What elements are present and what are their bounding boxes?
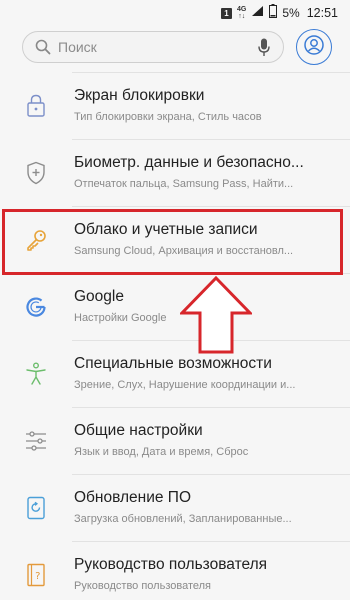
battery-icon <box>269 3 278 23</box>
settings-list: Экран блокировки Тип блокировки экрана, … <box>0 72 350 600</box>
settings-item-lock-screen[interactable]: Экран блокировки Тип блокировки экрана, … <box>0 73 350 139</box>
lock-icon <box>24 93 48 119</box>
search-icon <box>34 38 52 56</box>
search-placeholder: Поиск <box>58 39 97 55</box>
arrow-up-icon <box>180 276 252 354</box>
status-bar: 1 4G ↑↓ 5% 12:51 <box>0 0 350 26</box>
settings-item-google[interactable]: Google Настройки Google <box>0 274 350 340</box>
search-row: Поиск <box>0 26 350 70</box>
sliders-icon <box>24 428 48 454</box>
battery-percent: 5% <box>282 6 300 20</box>
settings-item-subtitle: Тип блокировки экрана, Стиль часов <box>74 111 262 123</box>
settings-item-subtitle: Язык и ввод, Дата и время, Сброс <box>74 446 249 458</box>
settings-item-subtitle: Руководство пользователя <box>74 580 211 592</box>
signal-icon <box>251 4 264 22</box>
account-button[interactable] <box>296 29 332 65</box>
account-icon <box>304 34 324 60</box>
microphone-icon[interactable] <box>257 37 271 57</box>
software-update-icon <box>24 495 48 521</box>
settings-item-title: Обновление ПО <box>74 489 191 506</box>
settings-item-general[interactable]: Общие настройки Язык и ввод, Дата и врем… <box>0 408 350 474</box>
settings-item-accessibility[interactable]: Специальные возможности Зрение, Слух, На… <box>0 341 350 407</box>
shield-plus-icon <box>24 160 48 186</box>
settings-item-subtitle: Отпечаток пальца, Samsung Pass, Найти... <box>74 178 294 190</box>
search-input[interactable]: Поиск <box>22 31 284 63</box>
settings-item-user-manual[interactable]: ? Руководство пользователя Руководство п… <box>0 542 350 600</box>
highlight-box <box>2 209 343 275</box>
settings-item-title: Руководство пользователя <box>74 556 268 573</box>
accessibility-icon <box>24 361 48 387</box>
network-indicator: 4G ↑↓ <box>237 6 247 20</box>
settings-item-biometrics[interactable]: Биометр. данные и безопасно... Отпечаток… <box>0 140 350 206</box>
settings-item-title: Общие настройки <box>74 422 203 439</box>
sim-indicator: 1 <box>221 7 233 19</box>
settings-item-subtitle: Загрузка обновлений, Запланированные... <box>74 513 292 525</box>
google-icon <box>24 294 48 320</box>
settings-item-title: Биометр. данные и безопасно... <box>74 154 304 171</box>
svg-text:?: ? <box>35 571 40 582</box>
settings-item-title: Экран блокировки <box>74 87 205 104</box>
settings-item-title: Специальные возможности <box>74 355 272 372</box>
settings-item-software-update[interactable]: Обновление ПО Загрузка обновлений, Запла… <box>0 475 350 541</box>
clock: 12:51 <box>306 6 338 20</box>
settings-item-subtitle: Зрение, Слух, Нарушение координации и... <box>74 379 296 391</box>
user-manual-icon: ? <box>24 562 48 588</box>
